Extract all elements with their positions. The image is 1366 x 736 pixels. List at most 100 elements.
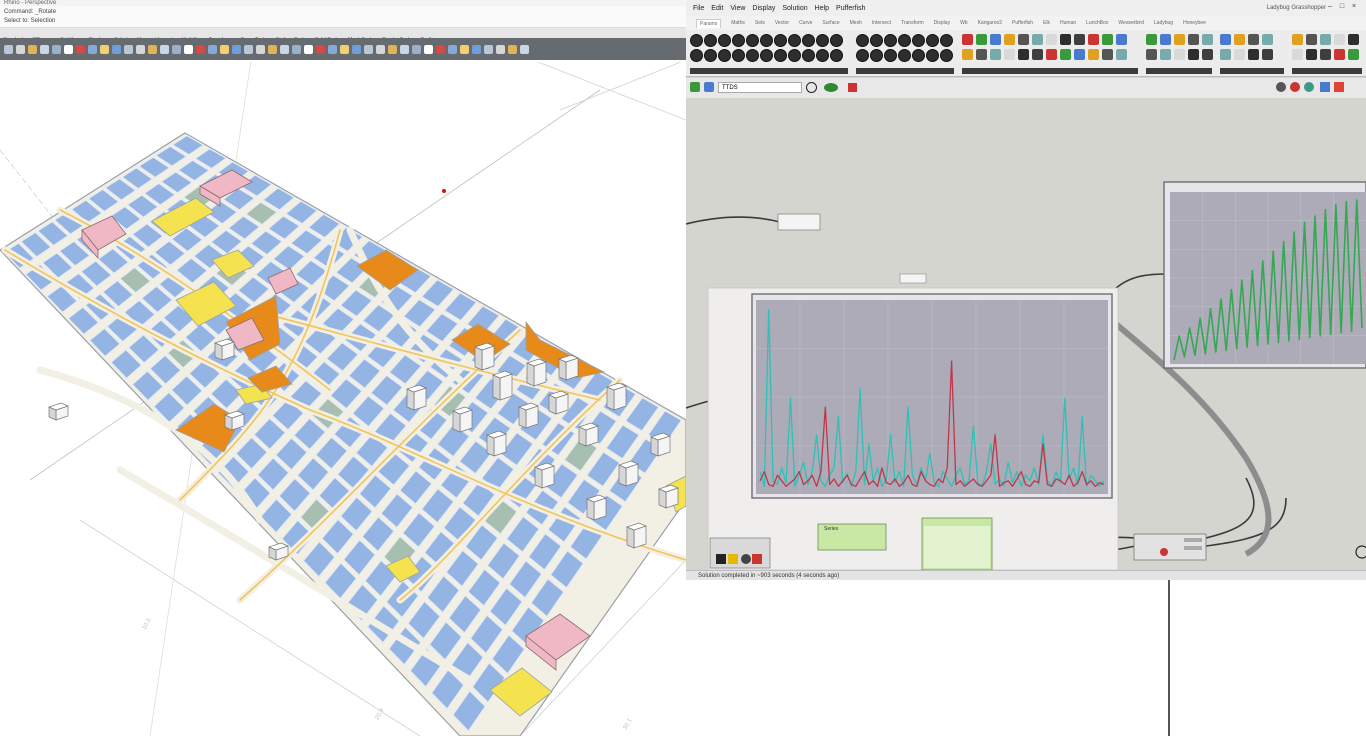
mesh-preview-icon[interactable] [1320,82,1330,92]
component-icon[interactable] [912,49,925,62]
component-icon[interactable] [1248,34,1259,45]
toolbar-tool-icon[interactable] [412,44,421,54]
component-icon[interactable] [898,49,911,62]
component-icon[interactable] [1292,49,1303,60]
component-icon[interactable] [1262,34,1273,45]
toolbar-tool-icon[interactable] [484,44,493,54]
component-icon[interactable] [760,49,773,62]
toolbar-tool-icon[interactable] [76,44,85,54]
component-icon[interactable] [1004,34,1015,45]
output-port[interactable] [1184,538,1202,542]
component-icon[interactable] [1348,34,1359,45]
maximize-button[interactable]: □ [1338,3,1346,11]
component-icon[interactable] [1306,49,1317,60]
component-icon[interactable] [1046,34,1057,45]
gh-tab-mesh[interactable]: Mesh [850,20,862,26]
component-icon[interactable] [1074,49,1085,60]
component-icon[interactable] [1188,49,1199,60]
component-icon[interactable] [962,34,973,45]
component-icon[interactable] [870,34,883,47]
gh-tab-intersect[interactable]: Intersect [872,20,891,26]
component-icon[interactable] [830,49,843,62]
component-icon[interactable] [912,34,925,47]
component-icon[interactable] [1032,34,1043,45]
component-icon[interactable] [1046,49,1057,60]
menu-file[interactable]: File [693,5,704,12]
component-icon[interactable] [1334,34,1345,45]
preview-mode-icon[interactable] [1304,82,1314,92]
component-icon[interactable] [732,49,745,62]
gh-tab-elk[interactable]: Elk [1043,20,1050,26]
component-icon[interactable] [1348,49,1359,60]
toolbar-tool-icon[interactable] [472,44,481,54]
component-icon[interactable] [690,49,703,62]
component-icon[interactable] [1088,49,1099,60]
component-icon[interactable] [1004,49,1015,60]
component-icon[interactable] [746,49,759,62]
toolbar-tool-icon[interactable] [388,44,397,54]
toolbar-tool-icon[interactable] [52,44,61,54]
toolbar-tool-icon[interactable] [424,44,433,54]
menu-solution[interactable]: Solution [782,5,807,12]
component-icon[interactable] [1234,34,1245,45]
toolbar-tool-icon[interactable] [508,44,517,54]
gh-tab-params[interactable]: Params [696,18,722,28]
component-icon[interactable] [1018,34,1029,45]
close-button[interactable]: × [1350,3,1358,11]
gh-tab-maths[interactable]: Maths [731,20,745,26]
toolbar-tool-icon[interactable] [16,44,25,54]
component-icon[interactable] [926,34,939,47]
toolbar-tool-icon[interactable] [352,44,361,54]
bake-icon[interactable] [1290,82,1300,92]
component-icon[interactable] [1160,49,1171,60]
toolbar-tool-icon[interactable] [64,44,73,54]
component-icon[interactable] [884,49,897,62]
menu-display[interactable]: Display [752,5,775,12]
toolbar-tool-icon[interactable] [124,44,133,54]
component-icon[interactable] [962,49,973,60]
component-icon[interactable] [1060,34,1071,45]
component-icon[interactable] [1032,49,1043,60]
component-icon[interactable] [870,49,883,62]
component-icon[interactable] [718,49,731,62]
component-icon[interactable] [1174,49,1185,60]
menu-help[interactable]: Help [815,5,829,12]
toolbar-tool-icon[interactable] [136,44,145,54]
component-icon[interactable] [856,49,869,62]
component-icon[interactable] [1248,49,1259,60]
toolbar-tool-icon[interactable] [244,44,253,54]
component-icon[interactable] [760,34,773,47]
component-icon[interactable] [690,34,703,47]
component-icon[interactable] [990,49,1001,60]
component-icon[interactable] [1202,34,1213,45]
sphere-icon[interactable] [1276,82,1286,92]
save-icon[interactable] [704,82,714,92]
gh-tab-vector[interactable]: Vector [775,20,789,26]
gh-tab-transform[interactable]: Transform [901,20,924,26]
component-icon[interactable] [1102,34,1113,45]
component-icon[interactable] [1102,49,1113,60]
paint-icon[interactable] [848,83,857,92]
toolbar-tool-icon[interactable] [376,44,385,54]
component-icon[interactable] [1334,49,1345,60]
gh-tab-ladybug[interactable]: Ladybug [1154,20,1173,26]
component-icon[interactable] [884,34,897,47]
component-icon[interactable] [1320,34,1331,45]
component-icon[interactable] [830,34,843,47]
gh-tab-weaverbird[interactable]: Weaverbird [1118,20,1143,26]
component-icon[interactable] [1320,49,1331,60]
toolbar-tool-icon[interactable] [436,44,445,54]
toolbar-tool-icon[interactable] [172,44,181,54]
component-icon[interactable] [788,49,801,62]
gh-tab-human[interactable]: Human [1060,20,1076,26]
zoom-extents-icon[interactable] [806,82,817,93]
component-icon[interactable] [1292,34,1303,45]
component-icon[interactable] [1174,34,1185,45]
number-slider-label[interactable] [899,273,927,284]
gh-tab-curve[interactable]: Curve [799,20,812,26]
toolbar-tool-icon[interactable] [520,44,529,54]
gh-tab-kangaroo2[interactable]: Kangaroo2 [978,20,1002,26]
graph-mapper-node[interactable] [1163,181,1366,369]
component-icon[interactable] [940,34,953,47]
quick-graph-node[interactable] [751,293,1113,499]
